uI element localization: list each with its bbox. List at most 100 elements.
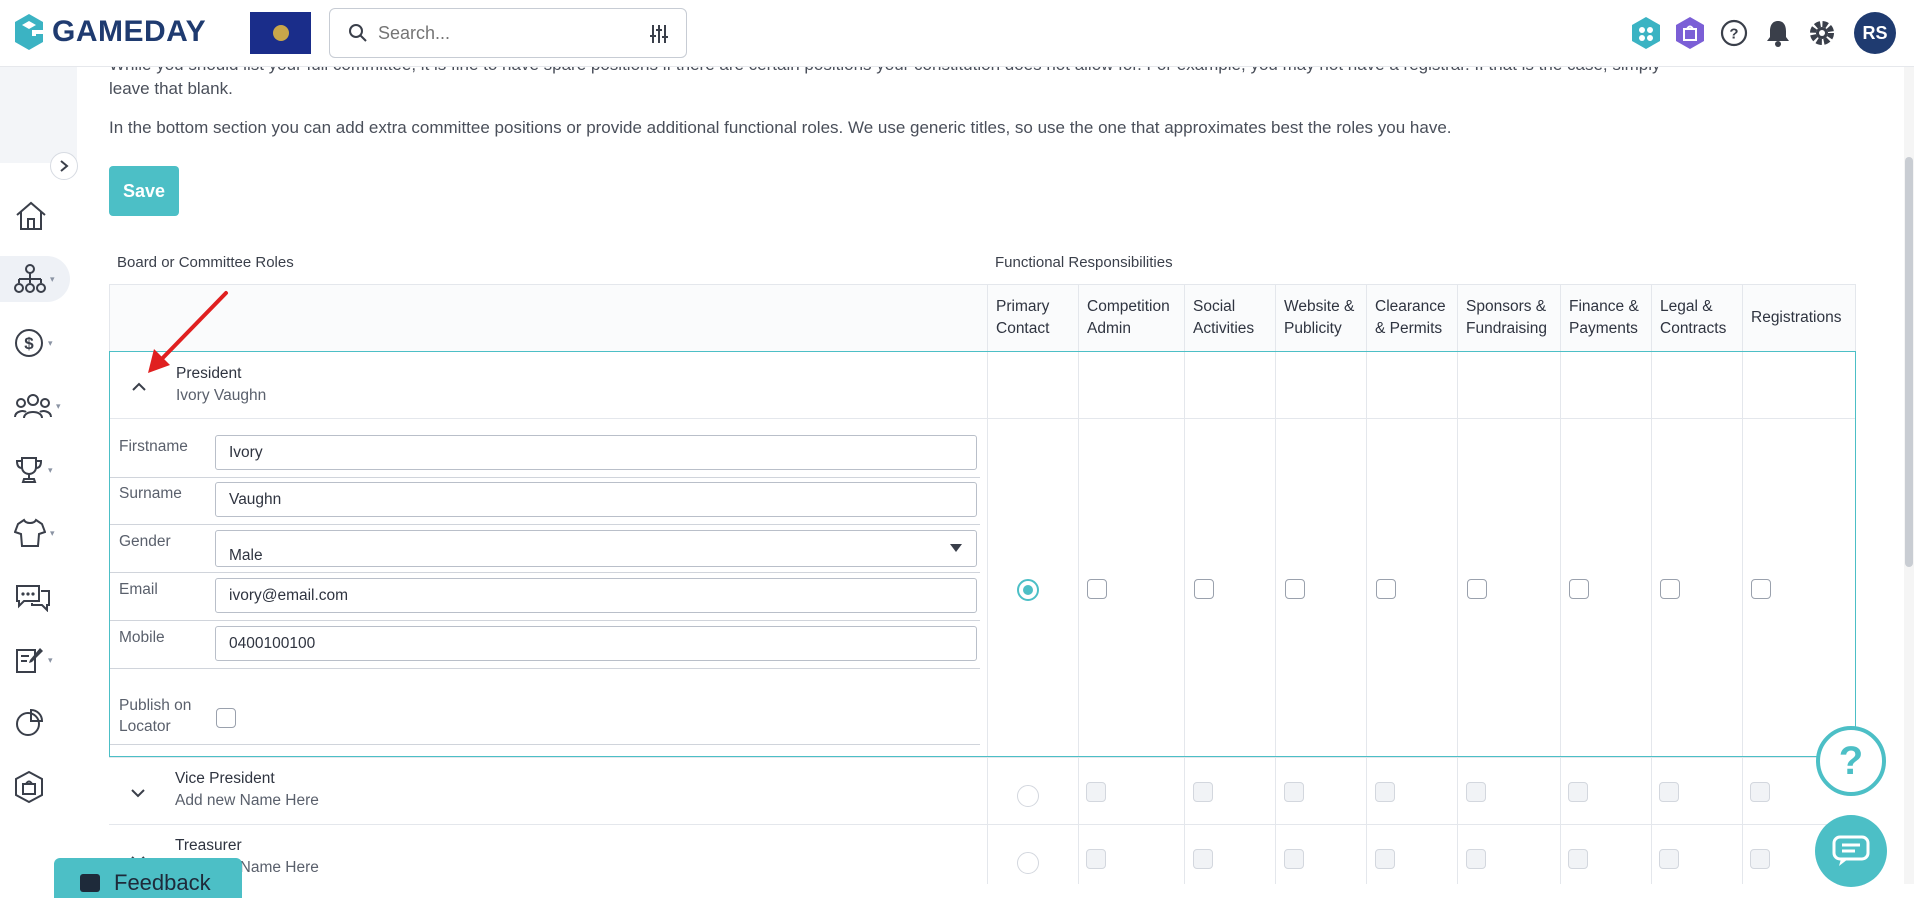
scrollbar-thumb[interactable] xyxy=(1905,157,1913,567)
flag-seal-icon xyxy=(272,25,289,41)
gender-selected-value: Male xyxy=(229,546,263,564)
website-publicity-checkbox[interactable] xyxy=(1284,782,1304,802)
website-publicity-checkbox[interactable] xyxy=(1285,579,1305,599)
competition-admin-checkbox[interactable] xyxy=(1087,579,1107,599)
search-box[interactable] xyxy=(329,8,687,58)
floating-help-button[interactable]: ? xyxy=(1816,726,1886,796)
social-activities-checkbox[interactable] xyxy=(1194,579,1214,599)
settings-gear-icon[interactable] xyxy=(1806,17,1838,49)
registrations-checkbox[interactable] xyxy=(1751,579,1771,599)
caret-down-icon: ▾ xyxy=(48,654,53,665)
surname-label: Surname xyxy=(119,485,182,502)
sidebar-item-finance[interactable]: $ ▾ xyxy=(14,320,66,366)
social-activities-checkbox[interactable] xyxy=(1193,782,1213,802)
svg-text:$: $ xyxy=(24,334,34,353)
competition-admin-checkbox[interactable] xyxy=(1086,849,1106,869)
col-header-social-activities: Social Activities xyxy=(1193,298,1255,337)
top-bar: GAMEDAY ? RS xyxy=(0,0,1914,67)
sidebar-item-forms[interactable]: ▾ xyxy=(14,637,66,683)
col-header-registrations: Registrations xyxy=(1751,309,1842,326)
legal-contracts-checkbox[interactable] xyxy=(1659,782,1679,802)
chat-icon xyxy=(1832,835,1870,866)
competition-admin-checkbox[interactable] xyxy=(1086,782,1106,802)
shop-bag-icon xyxy=(15,770,43,804)
sponsors-fundraising-checkbox[interactable] xyxy=(1466,849,1486,869)
sidebar-expand-button[interactable] xyxy=(50,152,78,180)
firstname-label: Firstname xyxy=(119,438,188,455)
surname-field[interactable]: Vaughn xyxy=(215,482,977,517)
chevron-down-icon[interactable] xyxy=(129,784,147,802)
sidebar-item-organisation[interactable]: ▾ xyxy=(0,256,70,302)
top-icons: ? RS xyxy=(1630,12,1896,54)
filter-sliders-icon[interactable] xyxy=(648,23,670,45)
trophy-icon xyxy=(15,457,43,483)
sidebar-item-shop[interactable] xyxy=(14,764,66,810)
gender-label: Gender xyxy=(119,533,171,550)
mobile-label: Mobile xyxy=(119,629,165,646)
clearance-permits-checkbox[interactable] xyxy=(1375,782,1395,802)
finance-payments-checkbox[interactable] xyxy=(1568,849,1588,869)
home-icon xyxy=(16,201,46,230)
sidebar-item-home[interactable] xyxy=(14,193,66,239)
role-row-treasurer[interactable]: Treasurer Add new Name Here xyxy=(109,824,1856,891)
col-header-legal-contracts: Legal & Contracts xyxy=(1660,298,1727,337)
field-divider xyxy=(110,477,980,478)
save-button[interactable]: Save xyxy=(109,166,179,216)
clearance-permits-checkbox[interactable] xyxy=(1375,849,1395,869)
sidebar-item-members[interactable]: ▾ xyxy=(14,383,66,429)
chat-bubbles-icon xyxy=(16,585,50,612)
social-activities-checkbox[interactable] xyxy=(1193,849,1213,869)
clearance-permits-checkbox[interactable] xyxy=(1376,579,1396,599)
help-icon[interactable]: ? xyxy=(1718,17,1750,49)
field-divider xyxy=(110,744,980,745)
instructions-paragraph: In the bottom section you can add extra … xyxy=(109,118,1452,137)
community-hex-icon[interactable] xyxy=(1630,17,1662,49)
shop-hex-icon[interactable] xyxy=(1674,17,1706,49)
caret-down-icon: ▾ xyxy=(48,337,53,348)
gender-select[interactable]: Male xyxy=(215,530,977,567)
role-holder-name: Add new Name Here xyxy=(175,792,319,809)
sponsors-fundraising-checkbox[interactable] xyxy=(1466,782,1486,802)
floating-chat-button[interactable] xyxy=(1815,815,1887,887)
org-chart-icon xyxy=(14,264,46,293)
page-scrollbar[interactable] xyxy=(1904,67,1914,884)
gameday-logo[interactable]: GAMEDAY xyxy=(12,12,206,52)
question-mark-icon: ? xyxy=(1838,738,1864,783)
role-row-vice-president[interactable]: Vice President Add new Name Here xyxy=(109,757,1856,824)
firstname-field[interactable]: Ivory xyxy=(215,435,977,470)
caret-down-icon: ▾ xyxy=(56,400,61,411)
legal-contracts-checkbox[interactable] xyxy=(1660,579,1680,599)
sponsors-fundraising-checkbox[interactable] xyxy=(1467,579,1487,599)
sidebar-item-teams[interactable]: ▾ xyxy=(14,510,66,556)
organisation-flag[interactable] xyxy=(250,12,311,54)
mobile-field[interactable]: 0400100100 xyxy=(215,626,977,661)
notifications-bell-icon[interactable] xyxy=(1762,17,1794,49)
email-label: Email xyxy=(119,581,158,598)
dropdown-caret-icon xyxy=(950,544,962,552)
brand-name: GAMEDAY xyxy=(52,15,207,48)
website-publicity-checkbox[interactable] xyxy=(1284,849,1304,869)
publish-locator-checkbox[interactable] xyxy=(216,708,236,728)
primary-contact-radio[interactable] xyxy=(1017,785,1039,807)
primary-contact-radio[interactable] xyxy=(1017,852,1039,874)
sidebar-item-communications[interactable] xyxy=(14,574,66,620)
caret-down-icon: ▾ xyxy=(48,464,53,475)
chevron-right-icon xyxy=(60,160,69,172)
feedback-tab[interactable]: Feedback xyxy=(54,858,242,898)
role-row-president: President Ivory Vaughn Firstname Ivory S… xyxy=(109,351,1856,757)
finance-payments-checkbox[interactable] xyxy=(1569,579,1589,599)
sidebar-item-reports[interactable] xyxy=(14,700,66,746)
email-field[interactable]: ivory@email.com xyxy=(215,578,977,613)
search-input[interactable] xyxy=(378,22,638,44)
registrations-checkbox[interactable] xyxy=(1750,782,1770,802)
legal-contracts-checkbox[interactable] xyxy=(1659,849,1679,869)
user-avatar[interactable]: RS xyxy=(1854,12,1896,54)
sidebar-item-competitions[interactable]: ▾ xyxy=(14,447,66,493)
primary-contact-radio-president[interactable] xyxy=(1017,579,1039,601)
registrations-checkbox[interactable] xyxy=(1750,849,1770,869)
publish-locator-label: Publish on Locator xyxy=(119,697,192,735)
col-header-competition-admin: Competition Admin xyxy=(1087,298,1170,337)
finance-payments-checkbox[interactable] xyxy=(1568,782,1588,802)
field-divider xyxy=(110,572,980,573)
annotation-arrow-icon xyxy=(148,291,228,373)
